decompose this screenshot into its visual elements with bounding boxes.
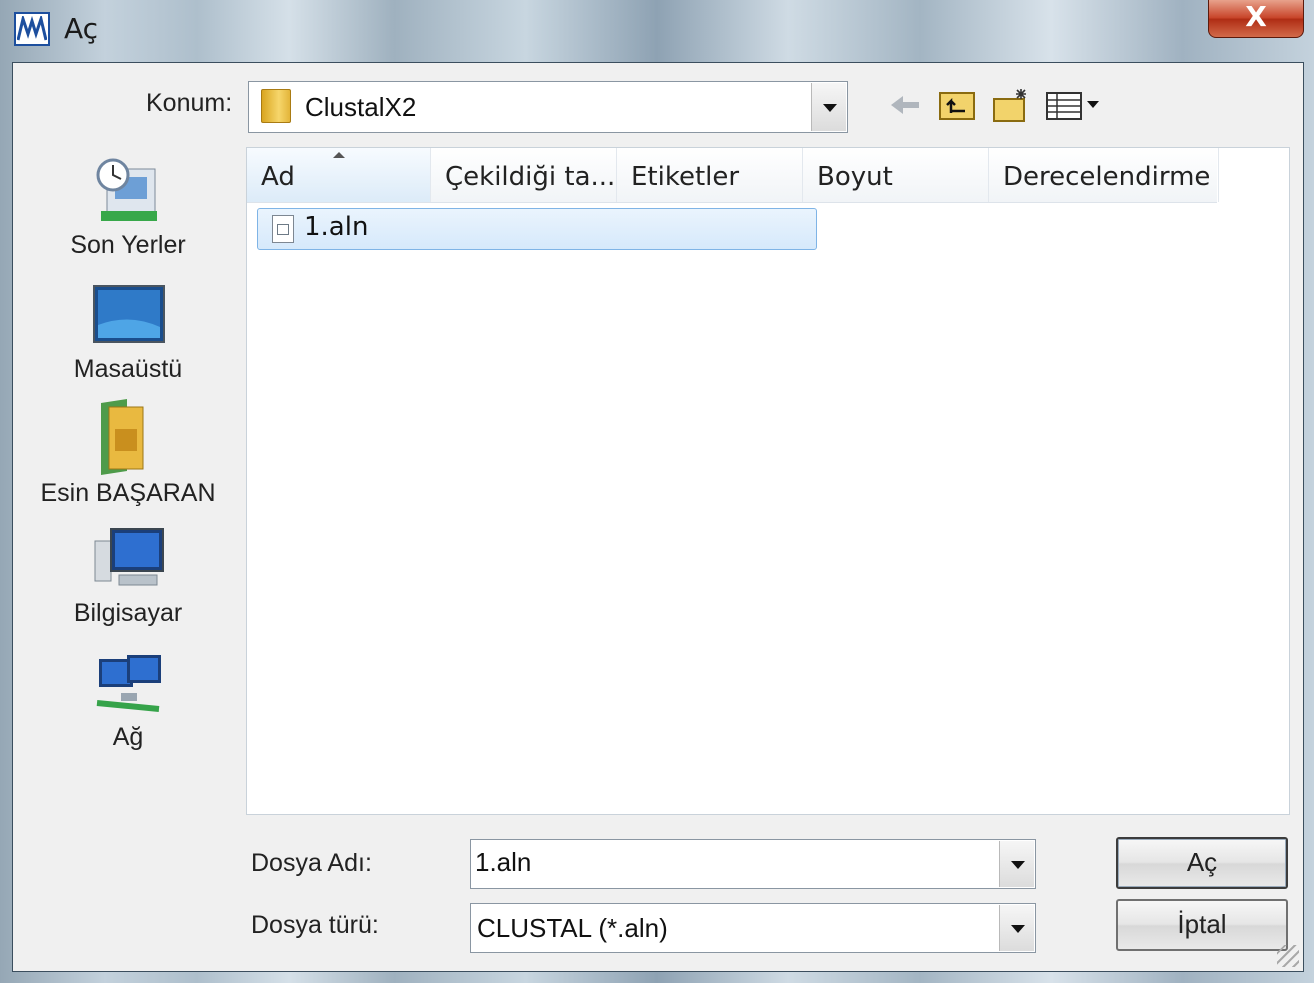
- look-in-label: Konum:: [146, 89, 233, 117]
- column-size[interactable]: Boyut: [803, 148, 989, 202]
- cancel-button[interactable]: İptal: [1116, 899, 1288, 951]
- up-folder-icon[interactable]: [937, 87, 977, 123]
- place-label: Esin BAŞARAN: [40, 479, 216, 507]
- column-header: Ad Çekildiği ta... Etiketler Boyut Derec…: [247, 148, 1219, 203]
- network-icon: [93, 653, 167, 722]
- dialog-window: Aç X Konum: ClustalX2 Son Yerler Masaüst…: [0, 0, 1314, 983]
- place-label: Bilgisayar: [73, 599, 183, 627]
- place-computer[interactable]: Bilgisayar: [13, 527, 243, 647]
- column-rating[interactable]: Derecelendirme: [989, 148, 1219, 202]
- place-recent[interactable]: Son Yerler: [13, 155, 243, 275]
- computer-icon: [93, 527, 167, 596]
- column-name-label: Ad: [261, 162, 295, 192]
- column-tags[interactable]: Etiketler: [617, 148, 803, 202]
- chevron-down-icon[interactable]: [811, 83, 846, 131]
- user-folder-icon: [97, 399, 147, 480]
- file-type-value: CLUSTAL (*.aln): [477, 913, 668, 943]
- look-in-value: ClustalX2: [305, 92, 417, 122]
- folder-icon: [261, 89, 291, 123]
- file-type-dropdown[interactable]: CLUSTAL (*.aln): [470, 903, 1036, 953]
- chevron-down-icon[interactable]: [999, 905, 1034, 951]
- file-name-input[interactable]: [475, 844, 985, 880]
- column-name[interactable]: Ad: [247, 148, 431, 202]
- file-name-label: Dosya Adı:: [251, 849, 372, 877]
- place-label: Masaüstü: [73, 355, 183, 383]
- place-label: Ağ: [112, 723, 144, 751]
- column-date-taken[interactable]: Çekildiği ta...: [431, 148, 617, 202]
- place-label: Son Yerler: [70, 231, 186, 259]
- recent-places-icon: [93, 155, 165, 234]
- view-menu-icon[interactable]: [1045, 87, 1107, 123]
- dialog-client-area: Konum: ClustalX2 Son Yerler Masaüstü Esi…: [12, 62, 1304, 972]
- file-list[interactable]: Ad Çekildiği ta... Etiketler Boyut Derec…: [246, 147, 1290, 815]
- file-name-field[interactable]: [470, 839, 1036, 889]
- sort-ascending-icon: [333, 152, 345, 158]
- back-arrow-icon[interactable]: [889, 87, 921, 123]
- file-name-dropdown[interactable]: [999, 840, 1035, 888]
- file-icon: [272, 215, 294, 243]
- place-user-folder[interactable]: Esin BAŞARAN: [13, 399, 243, 519]
- window-title: Aç: [64, 12, 99, 45]
- file-name: 1.aln: [304, 212, 369, 242]
- new-folder-icon[interactable]: [991, 87, 1035, 123]
- place-network[interactable]: Ağ: [13, 653, 243, 773]
- file-type-label: Dosya türü:: [251, 911, 379, 939]
- title-bar[interactable]: Aç X: [0, 0, 1314, 62]
- desktop-icon: [93, 285, 165, 350]
- close-icon: X: [1245, 0, 1267, 33]
- place-desktop[interactable]: Masaüstü: [13, 285, 243, 405]
- clustal-app-icon: [14, 12, 50, 46]
- chevron-down-icon[interactable]: [999, 841, 1034, 887]
- look-in-dropdown[interactable]: ClustalX2: [248, 81, 848, 133]
- list-item[interactable]: 1.aln: [257, 208, 817, 250]
- open-button[interactable]: Aç: [1116, 837, 1288, 889]
- close-button[interactable]: X: [1208, 0, 1304, 38]
- resize-grip[interactable]: [1277, 945, 1299, 967]
